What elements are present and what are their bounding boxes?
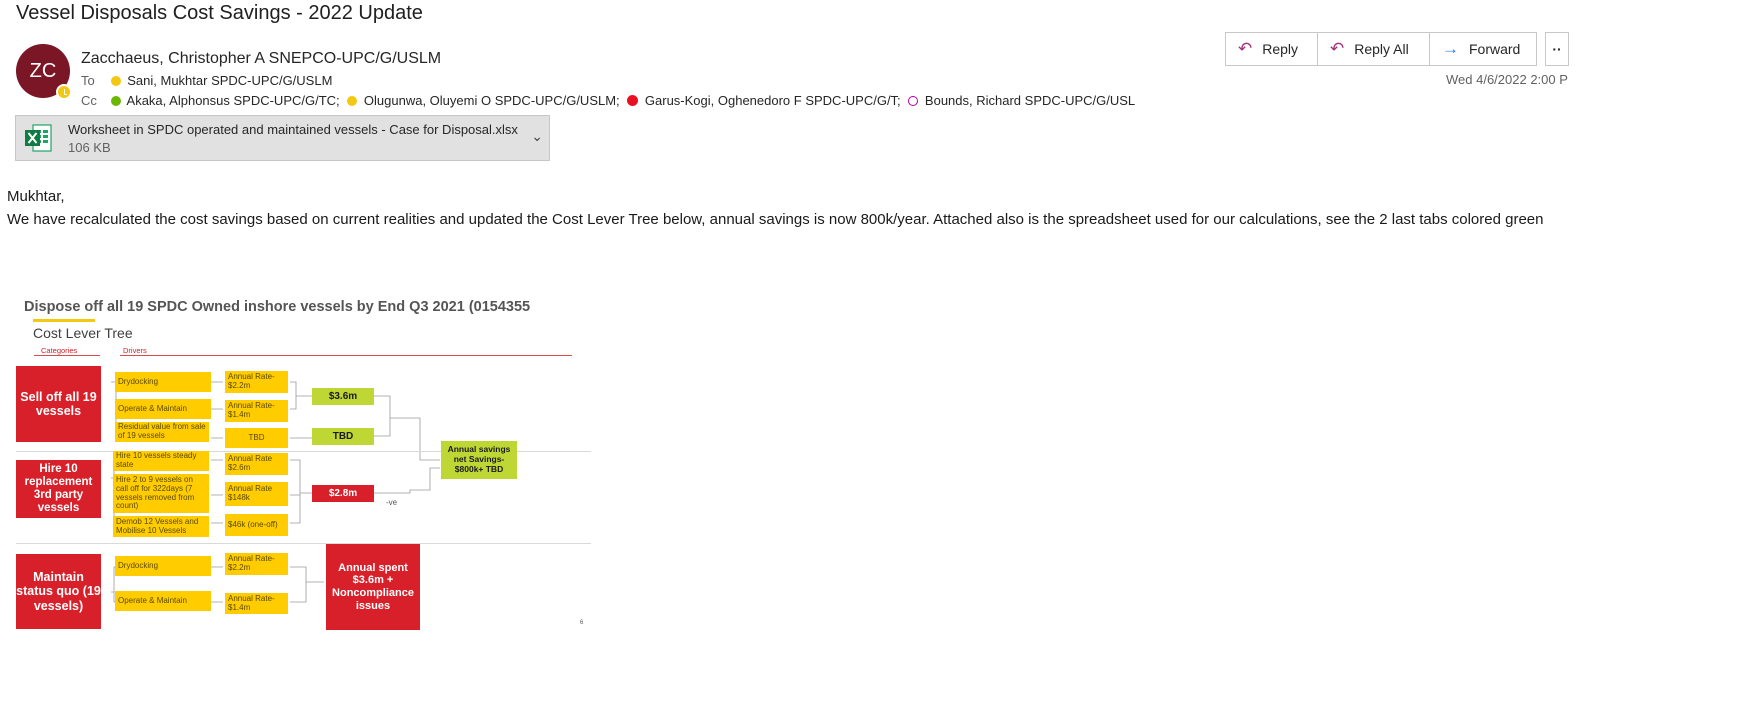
driver-drydocking: Drydocking: [115, 556, 211, 576]
reply-icon: ↶: [1238, 39, 1253, 58]
rate-demob: $46k (one-off): [225, 514, 288, 536]
message-actions: ↶ Reply ↶ Reply All → Forward ··: [1225, 32, 1569, 66]
rate-hire-steady: Annual Rate $2.6m: [225, 453, 288, 475]
negative-note: -ve: [386, 498, 398, 507]
presence-away-icon: [56, 84, 72, 100]
presence-out-of-office-icon: [908, 96, 919, 106]
presence-away-icon: [110, 76, 121, 86]
header-line: [120, 355, 572, 356]
status-quo-spend: Annual spent $3.6m + Noncompliance issue…: [326, 544, 420, 630]
attachment-card[interactable]: Worksheet in SPDC operated and maintaine…: [15, 115, 550, 161]
categories-header: Categories: [41, 346, 78, 355]
forward-button[interactable]: → Forward: [1429, 32, 1537, 66]
category-sell-off: Sell off all 19 vessels: [16, 366, 101, 442]
greeting: Mukhtar,: [7, 188, 65, 205]
more-icon: ··: [1552, 41, 1562, 57]
divider: [16, 543, 591, 544]
recipient-cc[interactable]: Akaka, Alphonsus SPDC-UPC/G/TC;: [127, 93, 340, 108]
driver-operate-maintain: Operate & Maintain: [115, 591, 211, 611]
cc-label: Cc: [81, 93, 97, 108]
body-paragraph: We have recalculated the cost savings ba…: [7, 211, 1544, 228]
sender-name[interactable]: Zacchaeus, Christopher A SNEPCO-UPC/G/US…: [81, 50, 441, 68]
rate-operate: Annual Rate- $1.4m: [225, 400, 288, 422]
sum-sell-off: $3.6m: [312, 388, 374, 405]
reply-label: Reply: [1262, 41, 1299, 57]
driver-drydocking: Drydocking: [115, 372, 211, 392]
rate-drydocking: Annual Rate- $2.2m: [225, 371, 288, 393]
chevron-down-icon[interactable]: ⌄: [531, 128, 543, 145]
presence-available-icon: [110, 96, 121, 106]
driver-demob: Demob 12 Vessels and Mobilise 10 Vessels: [113, 516, 209, 537]
rate-residual: TBD: [225, 428, 288, 448]
header-line: [34, 355, 100, 356]
presence-busy-icon: [627, 95, 639, 106]
attachment-name: Worksheet in SPDC operated and maintaine…: [68, 122, 518, 137]
attachment-size: 106 KB: [68, 140, 111, 155]
presence-away-icon: [347, 96, 358, 106]
forward-label: Forward: [1469, 41, 1521, 57]
recipient-cc[interactable]: Garus-Kogi, Oghenedoro F SPDC-UPC/G/T;: [645, 93, 901, 108]
cc-row: Cc Akaka, Alphonsus SPDC-UPC/G/TC; Olugu…: [81, 93, 1135, 108]
driver-residual-value: Residual value from sale of 19 vessels: [115, 422, 209, 442]
reply-all-label: Reply All: [1354, 41, 1409, 57]
avatar-initials: ZC: [29, 59, 57, 82]
category-status-quo: Maintain status quo (19 vessels): [16, 554, 101, 629]
driver-hire-call-off: Hire 2 to 9 vessels on call off for 322d…: [113, 474, 209, 513]
sum-hire: $2.8m: [312, 485, 374, 502]
to-label: To: [81, 73, 95, 88]
total-savings: Annual savings net Savings- $800k+ TBD: [441, 441, 517, 479]
excel-icon: [25, 124, 52, 152]
reply-button[interactable]: ↶ Reply: [1225, 32, 1318, 66]
forward-icon: →: [1442, 39, 1459, 58]
driver-operate-maintain: Operate & Maintain: [115, 399, 211, 419]
drivers-header: Drivers: [123, 346, 147, 355]
rate-drydocking: Annual Rate- $2.2m: [225, 553, 288, 575]
recipient-to[interactable]: Sani, Mukhtar SPDC-UPC/G/USLM: [127, 73, 332, 88]
recipient-cc[interactable]: Olugunwa, Oluyemi O SPDC-UPC/G/USLM;: [364, 93, 620, 108]
sent-date: Wed 4/6/2022 2:00 P: [1446, 72, 1568, 87]
sum-residual: TBD: [312, 428, 374, 445]
diagram-subtitle: Cost Lever Tree: [33, 325, 133, 341]
diagram-title: Dispose off all 19 SPDC Owned inshore ve…: [24, 299, 531, 315]
rate-hire-call-off: Annual Rate $148k: [225, 482, 288, 506]
to-row: To Sani, Mukhtar SPDC-UPC/G/USLM: [81, 73, 332, 88]
rate-operate: Annual Rate- $1.4m: [225, 593, 288, 614]
title-underline: [33, 319, 95, 322]
page-number: 6: [580, 620, 584, 626]
recipient-cc[interactable]: Bounds, Richard SPDC-UPC/G/USL: [925, 93, 1135, 108]
email-subject: Vessel Disposals Cost Savings - 2022 Upd…: [16, 2, 423, 24]
reply-all-icon: ↶: [1330, 39, 1345, 58]
driver-hire-steady: Hire 10 vessels steady state: [113, 451, 209, 471]
category-hire-replacement: Hire 10 replacement 3rd party vessels: [16, 460, 101, 518]
more-actions-button[interactable]: ··: [1545, 32, 1569, 66]
reply-all-button[interactable]: ↶ Reply All: [1317, 32, 1430, 66]
